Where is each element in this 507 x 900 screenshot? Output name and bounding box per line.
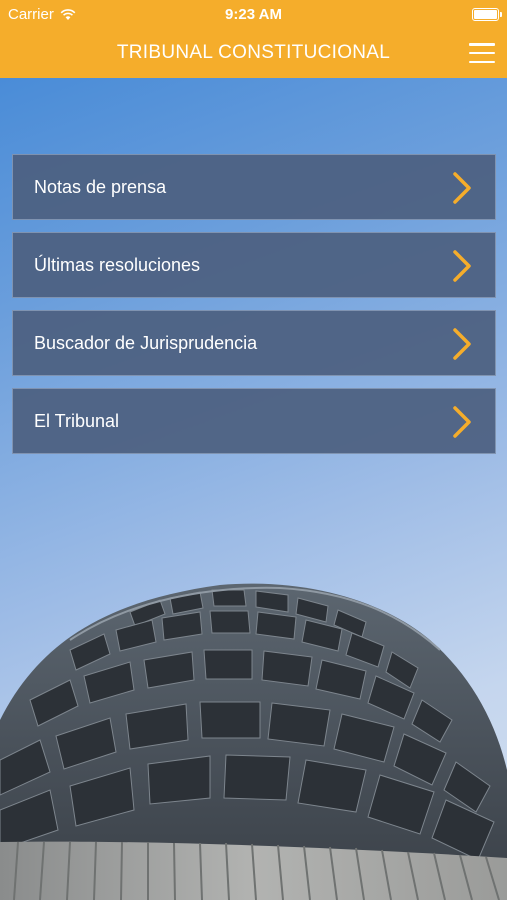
menu-line bbox=[469, 51, 495, 55]
menu-list: Notas de prensa Últimas resoluciones Bus… bbox=[12, 154, 496, 466]
chevron-right-icon bbox=[453, 250, 471, 282]
menu-line bbox=[469, 43, 495, 46]
nav-bar: TRIBUNAL CONSTITUCIONAL bbox=[0, 30, 507, 78]
menu-item-label: El Tribunal bbox=[34, 410, 120, 431]
status-time: 9:23 AM bbox=[225, 6, 282, 23]
menu-item-notas-de-prensa[interactable]: Notas de prensa bbox=[12, 154, 496, 220]
menu-item-el-tribunal[interactable]: El Tribunal bbox=[12, 388, 496, 454]
page-title: TRIBUNAL CONSTITUCIONAL bbox=[116, 42, 391, 63]
chevron-right-icon bbox=[453, 328, 471, 360]
menu-item-label: Notas de prensa bbox=[34, 176, 167, 197]
battery-icon bbox=[472, 8, 502, 21]
menu-line bbox=[469, 60, 495, 63]
menu-item-label: Últimas resoluciones bbox=[34, 254, 201, 275]
menu-item-label: Buscador de Jurisprudencia bbox=[34, 332, 258, 353]
status-bar: Carrier 9:23 AM bbox=[0, 0, 507, 30]
hamburger-menu-icon[interactable] bbox=[467, 40, 497, 66]
menu-item-buscador-de-jurisprudencia[interactable]: Buscador de Jurisprudencia bbox=[12, 310, 496, 376]
chevron-right-icon bbox=[453, 406, 471, 438]
menu-item-ultimas-resoluciones[interactable]: Últimas resoluciones bbox=[12, 232, 496, 298]
chevron-right-icon bbox=[453, 172, 471, 204]
